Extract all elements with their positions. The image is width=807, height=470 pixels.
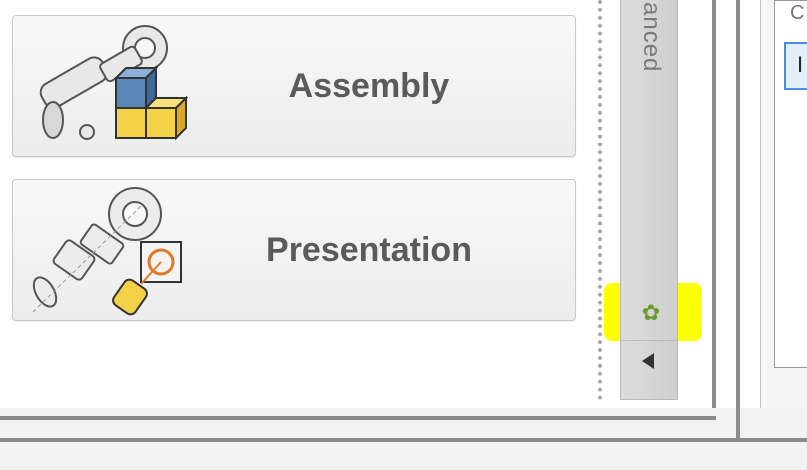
- right-panel-header: C: [790, 2, 805, 24]
- bottom-divider-bottom: [0, 438, 807, 442]
- presentation-icon: [23, 184, 188, 321]
- pane-divider-right-lower: [736, 0, 740, 440]
- side-tab-divider: [620, 340, 678, 341]
- presentation-tile[interactable]: Presentation: [12, 179, 576, 321]
- right-list-selected-text: I: [797, 52, 804, 77]
- arrow-left-icon[interactable]: [642, 353, 654, 369]
- panel-splitter[interactable]: [598, 0, 602, 400]
- side-tab-label: anced: [638, 2, 665, 73]
- assembly-tile[interactable]: Assembly: [12, 15, 576, 157]
- bottom-divider-top: [0, 416, 716, 420]
- presentation-label: Presentation: [266, 230, 472, 269]
- assembly-icon: [23, 20, 189, 157]
- assembly-label: Assembly: [288, 66, 450, 105]
- gear-icon[interactable]: ✿: [640, 302, 662, 324]
- right-list-selected-item[interactable]: [784, 42, 807, 90]
- pane-divider-left: [712, 0, 716, 440]
